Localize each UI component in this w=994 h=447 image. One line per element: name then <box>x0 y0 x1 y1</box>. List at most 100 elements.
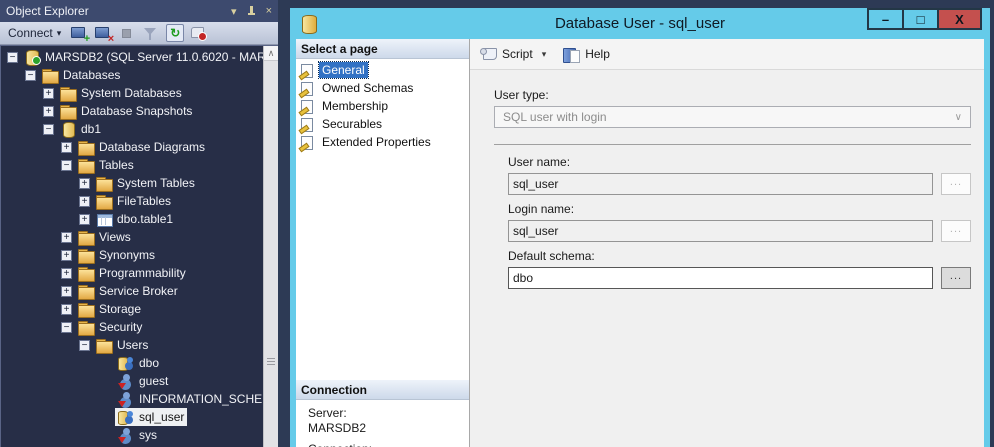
tree-expander[interactable] <box>61 286 75 297</box>
tree-item-icon <box>96 176 113 191</box>
pin-icon[interactable] <box>247 6 256 17</box>
page-list-item[interactable]: Securables <box>296 115 469 133</box>
tree-item[interactable]: Databases <box>1 66 262 84</box>
page-list-item[interactable]: General <box>296 61 469 79</box>
browse-button: ... <box>941 220 971 242</box>
tree-item[interactable]: Security <box>1 318 262 336</box>
scrollbar-thumb[interactable] <box>264 61 278 447</box>
field-value-input: sql_user <box>508 220 933 242</box>
script-button[interactable]: Script <box>502 47 533 61</box>
tree-item-icon <box>60 86 77 101</box>
tree-item[interactable]: Users <box>1 336 262 354</box>
tree-item[interactable]: dbo <box>1 354 262 372</box>
window-position-icon[interactable]: ▾ <box>231 5 237 18</box>
tree-expander[interactable] <box>61 250 75 261</box>
tree-item-label: sql_user <box>139 410 184 424</box>
script-dropdown-icon[interactable]: ▾ <box>542 49 547 60</box>
tree-expander[interactable] <box>79 196 93 207</box>
tree-expander[interactable] <box>61 232 75 243</box>
server-value: MARSDB2 <box>308 421 469 436</box>
tree-expander[interactable] <box>61 160 75 171</box>
tree-expander[interactable] <box>61 304 75 315</box>
tree-item[interactable]: dbo.table1 <box>1 210 262 228</box>
tree-expander[interactable] <box>61 268 75 279</box>
tree-item[interactable]: guest <box>1 372 262 390</box>
field-value-input: sql_user <box>508 173 933 195</box>
tree-item[interactable]: System Tables <box>1 174 262 192</box>
tree-item-label: Database Diagrams <box>99 140 205 154</box>
tree-expander[interactable] <box>61 322 75 333</box>
tree-expander[interactable] <box>25 70 39 81</box>
tree-item[interactable]: db1 <box>1 120 262 138</box>
tree-item-label: Service Broker <box>99 284 178 298</box>
tree-expander[interactable] <box>79 340 93 351</box>
tree-item[interactable]: FileTables <box>1 192 262 210</box>
tree-item[interactable]: sys <box>1 426 262 444</box>
tree-item[interactable]: Storage <box>1 300 262 318</box>
server-label: Server: <box>308 406 469 421</box>
tree-item[interactable]: MARSDB2 (SQL Server 11.0.6020 - MARSD <box>1 48 262 66</box>
tree-item-label: System Databases <box>81 86 182 100</box>
connection-header: Connection <box>296 380 469 400</box>
close-button[interactable]: X <box>937 8 982 30</box>
scroll-up-icon[interactable]: ∧ <box>264 46 278 61</box>
dialog-titlebar[interactable]: Database User - sql_user – □ X <box>296 8 984 39</box>
tree-item[interactable]: INFORMATION_SCHEMA <box>1 390 262 408</box>
disconnect-button[interactable]: × <box>94 25 112 42</box>
tree-scrollbar[interactable]: ∧ <box>263 46 278 447</box>
tree-item-label: Database Snapshots <box>81 104 192 118</box>
tree-item[interactable]: Synonyms <box>1 246 262 264</box>
script-icon <box>480 47 497 61</box>
minimize-button[interactable]: – <box>867 8 904 30</box>
tree-expander[interactable] <box>43 106 57 117</box>
user-type-combobox[interactable]: SQL user with login ∨ <box>494 106 971 128</box>
field-label: User name: <box>508 155 971 169</box>
page-icon <box>300 100 315 113</box>
tree-item-label: System Tables <box>117 176 195 190</box>
tree-item[interactable]: System Databases <box>1 84 262 102</box>
tree-item-icon <box>118 428 135 443</box>
refresh-button[interactable]: ↻ <box>166 25 184 42</box>
tree-item-icon <box>118 356 135 371</box>
tree-item[interactable]: Views <box>1 228 262 246</box>
tree-item-icon <box>60 104 77 119</box>
page-list-item[interactable]: Membership <box>296 97 469 115</box>
tree-item[interactable]: Tables <box>1 156 262 174</box>
script-error-icon <box>191 27 204 38</box>
tree-item[interactable]: Programmability <box>1 264 262 282</box>
tree-item-icon <box>96 194 113 209</box>
tree-item[interactable]: Database Diagrams <box>1 138 262 156</box>
tree-item-icon <box>42 68 59 83</box>
disable-scripting-button[interactable] <box>190 25 208 42</box>
page-label: Membership <box>319 98 391 114</box>
help-button[interactable]: Help <box>585 47 610 61</box>
tree-item[interactable]: sql_user <box>1 408 262 426</box>
connect-button[interactable]: Connect ▾ <box>5 24 64 42</box>
tree-item-label: Views <box>99 230 131 244</box>
dialog-toolbar: Script ▾ Help <box>470 39 984 70</box>
page-list-item[interactable]: Extended Properties <box>296 133 469 151</box>
maximize-button[interactable]: □ <box>902 8 939 30</box>
tree-expander[interactable] <box>79 178 93 189</box>
tree-item-label: guest <box>139 374 168 388</box>
tree-item-icon <box>78 302 95 317</box>
tree-expander[interactable] <box>61 142 75 153</box>
tree-item[interactable]: Database Snapshots <box>1 102 262 120</box>
field-value-input[interactable]: dbo <box>508 267 933 289</box>
tree-item-icon <box>24 50 41 65</box>
connect-object-explorer-button[interactable]: + <box>70 25 88 42</box>
field-label: Login name: <box>508 202 971 216</box>
page-label: Extended Properties <box>319 134 434 150</box>
page-list-item[interactable]: Owned Schemas <box>296 79 469 97</box>
tree-item-label: Synonyms <box>99 248 155 262</box>
tree-expander[interactable] <box>43 124 57 135</box>
filter-button[interactable] <box>142 25 160 42</box>
close-icon[interactable]: × <box>266 5 272 17</box>
tree-item-label: Databases <box>63 68 120 82</box>
tree-expander[interactable] <box>7 52 21 63</box>
tree-expander[interactable] <box>43 88 57 99</box>
browse-button[interactable]: ... <box>941 267 971 289</box>
tree-item-icon <box>78 284 95 299</box>
tree-expander[interactable] <box>79 214 93 225</box>
tree-item[interactable]: Service Broker <box>1 282 262 300</box>
